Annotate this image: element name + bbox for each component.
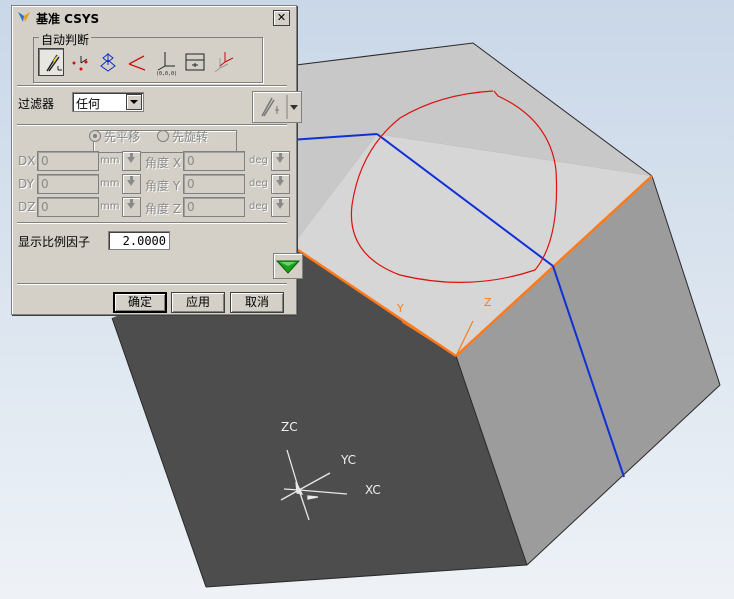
angle-y-label: 角度 Y	[145, 179, 181, 193]
dz-field[interactable]: 0	[37, 197, 99, 217]
angle-y-spinner[interactable]	[271, 174, 290, 194]
dz-unit: mm	[100, 201, 120, 212]
two-lines-tool-button[interactable]	[124, 48, 150, 76]
absolute-csys-icon: (0,0,0)	[156, 52, 177, 77]
dz-label: DZ	[18, 200, 36, 214]
angle-y-field[interactable]: 0	[183, 174, 245, 194]
separator	[17, 85, 287, 87]
datum-csys-dialog: 基准 CSYS ✕ 自动判断 (0,0,0) 过滤器 任何 先平移 先旋转 DX…	[11, 5, 303, 315]
dialog-title: 基准 CSYS	[36, 12, 100, 26]
scale-factor-label: 显示比例因子	[18, 235, 91, 249]
origin-x-y-tool-button[interactable]	[67, 48, 93, 76]
translate-first-label: 先平移	[104, 130, 141, 144]
angle-x-field[interactable]: 0	[183, 151, 245, 171]
inference-group-label: 自动判断	[39, 31, 92, 48]
dz-spinner[interactable]	[122, 197, 141, 217]
translate-first-radio[interactable]	[89, 130, 101, 142]
two-lines-icon	[128, 55, 146, 71]
app-logo-icon	[18, 12, 30, 22]
filter-select-value: 任何	[76, 97, 101, 111]
close-button[interactable]: ✕	[273, 10, 290, 26]
three-planes-icon	[100, 53, 116, 72]
dx-field[interactable]: 0	[37, 151, 99, 171]
separator	[17, 222, 287, 224]
triad-zc-label: ZC	[281, 420, 298, 434]
green-down-arrow-icon	[275, 260, 301, 274]
separator	[17, 124, 287, 126]
current-view-tool-button[interactable]	[182, 48, 208, 76]
offset-csys-tool-button[interactable]	[210, 48, 236, 76]
inferred-icon	[46, 54, 62, 72]
angle-x-unit: deg	[249, 155, 268, 166]
angle-z-unit: deg	[249, 201, 268, 212]
rotate-first-label: 先旋转	[172, 130, 209, 144]
dx-label: DX	[18, 154, 36, 168]
angle-z-label: 角度 Z	[145, 202, 182, 216]
three-planes-tool-button[interactable]	[95, 48, 121, 76]
angle-x-label: 角度 X	[145, 156, 182, 170]
filter-label: 过滤器	[18, 97, 55, 111]
rotate-first-radio[interactable]	[157, 130, 169, 142]
dy-spinner[interactable]	[122, 174, 141, 194]
triad-yc-label: YC	[340, 453, 356, 467]
cancel-button[interactable]: 取消	[230, 292, 284, 313]
top-face-y-label: Y	[396, 302, 404, 315]
origin-x-y-icon	[72, 56, 88, 71]
filter-icon	[261, 95, 298, 119]
offset-csys-icon	[214, 52, 234, 73]
chevron-down-icon[interactable]	[126, 94, 142, 110]
angle-z-spinner[interactable]	[271, 197, 290, 217]
inferred-tool-button[interactable]	[38, 48, 64, 76]
current-view-icon	[185, 53, 205, 71]
svg-text:(0,0,0): (0,0,0)	[156, 71, 177, 76]
dx-unit: mm	[100, 155, 120, 166]
dy-label: DY	[18, 177, 34, 191]
scale-factor-input[interactable]: 2.0000	[108, 231, 170, 250]
dy-unit: mm	[100, 178, 120, 189]
apply-button[interactable]: 应用	[171, 292, 225, 313]
top-face-z-label: Z	[484, 296, 492, 309]
angle-y-unit: deg	[249, 178, 268, 189]
triad-xc-label: XC	[365, 483, 381, 497]
separator	[17, 283, 287, 285]
filter-options-button[interactable]	[252, 91, 302, 123]
dx-spinner[interactable]	[122, 151, 141, 171]
angle-z-field[interactable]: 0	[183, 197, 245, 217]
angle-x-spinner[interactable]	[271, 151, 290, 171]
filter-select[interactable]: 任何	[72, 92, 144, 112]
dialog-titlebar[interactable]: 基准 CSYS ✕	[14, 8, 294, 26]
absolute-csys-tool-button[interactable]: (0,0,0)	[153, 48, 179, 77]
ok-button[interactable]: 确定	[113, 292, 167, 313]
dy-field[interactable]: 0	[37, 174, 99, 194]
scale-factor-value: 2.0000	[122, 234, 166, 248]
expand-button[interactable]	[273, 253, 303, 279]
